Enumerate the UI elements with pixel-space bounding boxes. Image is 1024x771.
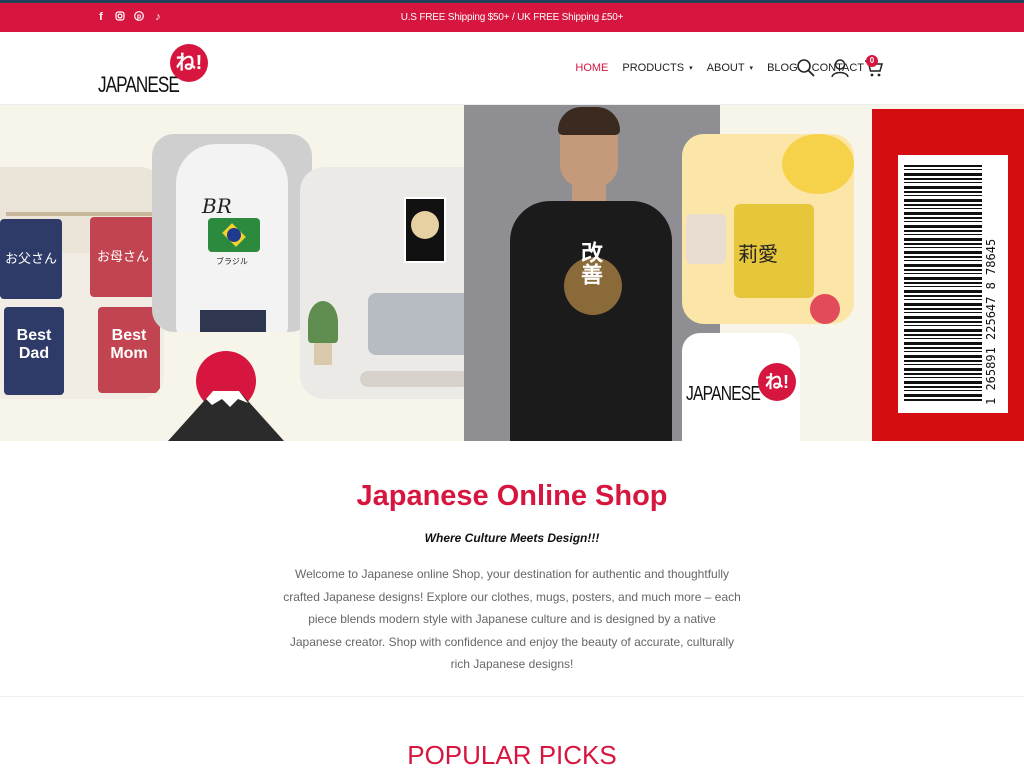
mug-print-text: 莉愛 bbox=[738, 244, 778, 266]
section-divider bbox=[0, 696, 1024, 697]
logo-tile-bubble-icon: ね! bbox=[758, 363, 796, 401]
account-icon[interactable] bbox=[830, 58, 850, 78]
yellow-mug-image: 莉愛 bbox=[682, 134, 854, 324]
announcement-bar: f p ♪ U.S FREE Shipping $50+ / UK FREE S… bbox=[0, 3, 1024, 32]
site-logo[interactable]: JAPANESE ね! bbox=[98, 44, 210, 97]
mugs-image: お父さん お母さん Best Dad Best Mom bbox=[0, 167, 164, 399]
barcode-number: 1 265891 225647 8 78645 bbox=[984, 238, 998, 405]
nav-products[interactable]: PRODUCTS ▾ bbox=[622, 62, 692, 74]
hero-banner[interactable]: お父さん お母さん Best Dad Best Mom BR ブラジル 改善 莉… bbox=[0, 105, 1024, 441]
hoodie-print-text: ブラジル bbox=[216, 257, 248, 266]
mount-fuji-icon bbox=[168, 349, 284, 441]
living-room-image bbox=[300, 167, 488, 399]
logo-text: JAPANESE bbox=[98, 72, 180, 97]
intro-description: Welcome to Japanese online Shop, your de… bbox=[283, 567, 741, 671]
intro-section: Japanese Online Shop Where Culture Meets… bbox=[0, 470, 1024, 676]
brazil-flag-icon bbox=[208, 218, 260, 252]
popular-picks-heading: POPULAR PICKS bbox=[407, 740, 617, 770]
mug-okaasan: お母さん bbox=[90, 217, 156, 297]
mug-otousan: お父さん bbox=[0, 219, 62, 299]
logo-bubble-icon: ね! bbox=[170, 44, 208, 82]
logo-tile-text: JAPANESE bbox=[686, 383, 761, 405]
barcode-bars bbox=[904, 165, 982, 401]
cart-count-badge: 0 bbox=[866, 55, 878, 67]
shipping-notice: U.S FREE Shipping $50+ / UK FREE Shippin… bbox=[400, 12, 624, 23]
chevron-down-icon: ▾ bbox=[749, 65, 754, 72]
site-header: JAPANESE ね! HOME PRODUCTS ▾ ABOUT ▾ BLOG C… bbox=[0, 32, 1024, 105]
mug-best-mom: Best Mom bbox=[98, 307, 160, 393]
tagline: Where Culture Meets Design!!! bbox=[424, 531, 600, 545]
search-icon[interactable] bbox=[796, 58, 816, 78]
tshirt-print-text: 改善 bbox=[578, 241, 603, 285]
page-title: Japanese Online Shop bbox=[356, 480, 668, 512]
mug-best-dad: Best Dad bbox=[4, 307, 64, 395]
nav-blog[interactable]: BLOG bbox=[767, 62, 798, 74]
hoodie-image: BR ブラジル bbox=[152, 134, 312, 332]
nav-about[interactable]: ABOUT ▾ bbox=[707, 62, 753, 74]
logo-tile: JAPANESE ね! bbox=[682, 333, 800, 441]
chevron-down-icon: ▾ bbox=[689, 65, 693, 72]
nav-home[interactable]: HOME bbox=[575, 62, 608, 74]
barcode-image: 1 265891 225647 8 78645 bbox=[872, 109, 1024, 441]
